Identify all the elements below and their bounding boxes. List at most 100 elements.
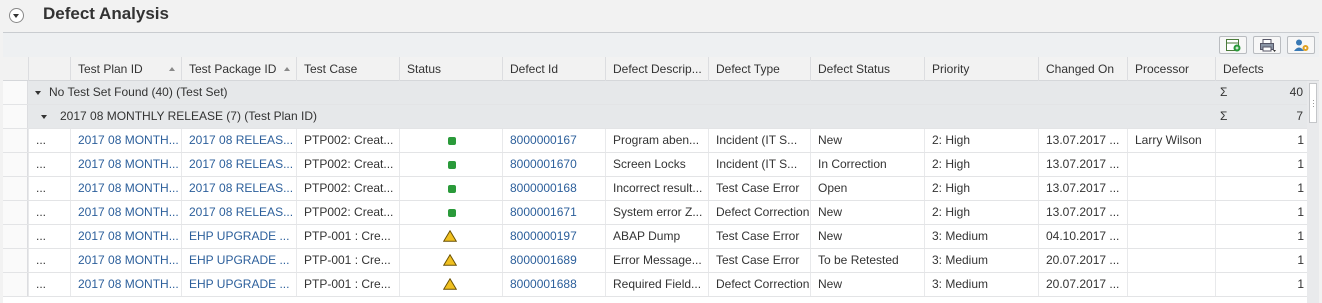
- test-package-link[interactable]: EHP UPGRADE ...: [181, 225, 296, 248]
- table-row[interactable]: ... 2017 08 MONTH... 2017 08 RELEAS... PTP0…: [3, 129, 1307, 153]
- col-header-defect-id[interactable]: Defect Id: [502, 57, 605, 81]
- defect-description-cell: Incorrect result...: [605, 177, 708, 200]
- processor-cell: [1127, 177, 1215, 200]
- col-header-status[interactable]: Status: [399, 57, 502, 81]
- status-cell: [399, 273, 502, 296]
- export-excel-button[interactable]: [1219, 36, 1247, 54]
- row-selector[interactable]: [3, 201, 28, 224]
- row-menu-cell[interactable]: ...: [28, 249, 70, 272]
- col-header-defect-type[interactable]: Defect Type: [708, 57, 810, 81]
- row-selector[interactable]: [3, 81, 28, 104]
- table-row[interactable]: ... 2017 08 MONTH... EHP UPGRADE ... PTP-00…: [3, 225, 1307, 249]
- table-row[interactable]: ... 2017 08 MONTH... EHP UPGRADE ... PTP-00…: [3, 273, 1307, 297]
- settings-person-icon: [1294, 39, 1309, 51]
- expand-toggle-icon[interactable]: [41, 115, 47, 119]
- vertical-scrollbar[interactable]: [1307, 81, 1319, 303]
- defect-type-cell: Incident (IT S...: [708, 153, 810, 176]
- row-selector[interactable]: [3, 177, 28, 200]
- col-header-test-case[interactable]: Test Case: [296, 57, 399, 81]
- col-header-processor[interactable]: Processor: [1127, 57, 1215, 81]
- priority-cell: 3: Medium: [924, 225, 1038, 248]
- table-header-row: Test Plan ID Test Package ID Test Case S…: [3, 57, 1319, 81]
- defect-id-link[interactable]: 8000000168: [502, 177, 605, 200]
- test-plan-link[interactable]: 2017 08 MONTH...: [70, 177, 181, 200]
- expand-toggle-icon[interactable]: [35, 91, 41, 95]
- defect-type-cell: Test Case Error: [708, 225, 810, 248]
- test-plan-link[interactable]: 2017 08 MONTH...: [70, 129, 181, 152]
- test-plan-link[interactable]: 2017 08 MONTH...: [70, 273, 181, 296]
- processor-cell: [1127, 225, 1215, 248]
- scrollbar-thumb[interactable]: [1309, 83, 1317, 123]
- page-title: Defect Analysis: [43, 4, 169, 23]
- defect-description-cell: Error Message...: [605, 249, 708, 272]
- defect-status-cell: New: [810, 201, 924, 224]
- defects-count: 1: [1297, 133, 1304, 147]
- defect-description-cell: ABAP Dump: [605, 225, 708, 248]
- col-header-changed-on[interactable]: Changed On: [1038, 57, 1127, 81]
- defect-status-cell: New: [810, 129, 924, 152]
- col-header-test-plan-id[interactable]: Test Plan ID: [70, 57, 181, 81]
- test-package-link[interactable]: 2017 08 RELEAS...: [181, 129, 296, 152]
- row-menu-cell[interactable]: ...: [28, 177, 70, 200]
- defect-id-link[interactable]: 8000001671: [502, 201, 605, 224]
- row-menu-cell[interactable]: ...: [28, 129, 70, 152]
- col-header-defect-status[interactable]: Defect Status: [810, 57, 924, 81]
- sum-icon: Σ: [1220, 85, 1228, 99]
- test-plan-link[interactable]: 2017 08 MONTH...: [70, 201, 181, 224]
- print-menu-button[interactable]: [1253, 36, 1281, 54]
- warning-icon: [443, 254, 457, 266]
- test-package-link[interactable]: 2017 08 RELEAS...: [181, 201, 296, 224]
- changed-on-cell: 20.07.2017 ...: [1038, 273, 1127, 296]
- priority-cell: 2: High: [924, 201, 1038, 224]
- table-row[interactable]: ... 2017 08 MONTH... EHP UPGRADE ... PTP-00…: [3, 249, 1307, 273]
- col-header-test-package-id[interactable]: Test Package ID: [181, 57, 296, 81]
- defects-count: 1: [1297, 253, 1304, 267]
- collapse-toggle-icon[interactable]: [9, 8, 24, 23]
- personalize-button[interactable]: [1287, 36, 1315, 54]
- changed-on-cell: 04.10.2017 ...: [1038, 225, 1127, 248]
- row-selector[interactable]: [3, 129, 28, 152]
- col-header-defect-description[interactable]: Defect Descrip...: [605, 57, 708, 81]
- row-menu-cell[interactable]: ...: [28, 201, 70, 224]
- row-selector[interactable]: [3, 273, 28, 296]
- defect-status-cell: To be Retested: [810, 249, 924, 272]
- status-cell: [399, 225, 502, 248]
- defect-id-link[interactable]: 8000001688: [502, 273, 605, 296]
- test-package-link[interactable]: EHP UPGRADE ...: [181, 273, 296, 296]
- col-header-defects[interactable]: Defects: [1215, 57, 1307, 81]
- select-all-cell[interactable]: [3, 57, 28, 81]
- row-menu-cell[interactable]: ...: [28, 153, 70, 176]
- table-row[interactable]: ... 2017 08 MONTH... 2017 08 RELEAS... PTP0…: [3, 201, 1307, 225]
- col-header-priority[interactable]: Priority: [924, 57, 1038, 81]
- processor-cell: Larry Wilson: [1127, 129, 1215, 152]
- test-package-link[interactable]: 2017 08 RELEAS...: [181, 177, 296, 200]
- table-row[interactable]: ... 2017 08 MONTH... 2017 08 RELEAS... PTP0…: [3, 177, 1307, 201]
- row-selector[interactable]: [3, 225, 28, 248]
- group-row-test-set[interactable]: No Test Set Found (40) (Test Set) Σ 40: [3, 81, 1307, 105]
- row-menu-cell[interactable]: ...: [28, 225, 70, 248]
- test-package-link[interactable]: 2017 08 RELEAS...: [181, 153, 296, 176]
- defect-id-link[interactable]: 8000000197: [502, 225, 605, 248]
- test-plan-link[interactable]: 2017 08 MONTH...: [70, 225, 181, 248]
- row-selector[interactable]: [3, 249, 28, 272]
- row-menu-cell[interactable]: ...: [28, 273, 70, 296]
- status-cell: [399, 201, 502, 224]
- sort-ascending-icon: [169, 67, 175, 71]
- warning-icon: [443, 230, 457, 242]
- row-selector[interactable]: [3, 105, 28, 128]
- test-plan-link[interactable]: 2017 08 MONTH...: [70, 249, 181, 272]
- table-row[interactable]: ... 2017 08 MONTH... 2017 08 RELEAS... PTP0…: [3, 153, 1307, 177]
- status-green-icon: [448, 185, 456, 193]
- test-plan-link[interactable]: 2017 08 MONTH...: [70, 153, 181, 176]
- test-case-cell: PTP002: Creat...: [296, 201, 399, 224]
- row-selector[interactable]: [3, 153, 28, 176]
- defect-status-cell: New: [810, 273, 924, 296]
- status-cell: [399, 153, 502, 176]
- status-cell: [399, 249, 502, 272]
- group-row-test-plan[interactable]: 2017 08 MONTHLY RELEASE (7) (Test Plan I…: [3, 105, 1307, 129]
- defect-id-link[interactable]: 8000001689: [502, 249, 605, 272]
- test-package-link[interactable]: EHP UPGRADE ...: [181, 249, 296, 272]
- defect-id-link[interactable]: 8000001670: [502, 153, 605, 176]
- defects-count: 1: [1297, 229, 1304, 243]
- defect-id-link[interactable]: 8000000167: [502, 129, 605, 152]
